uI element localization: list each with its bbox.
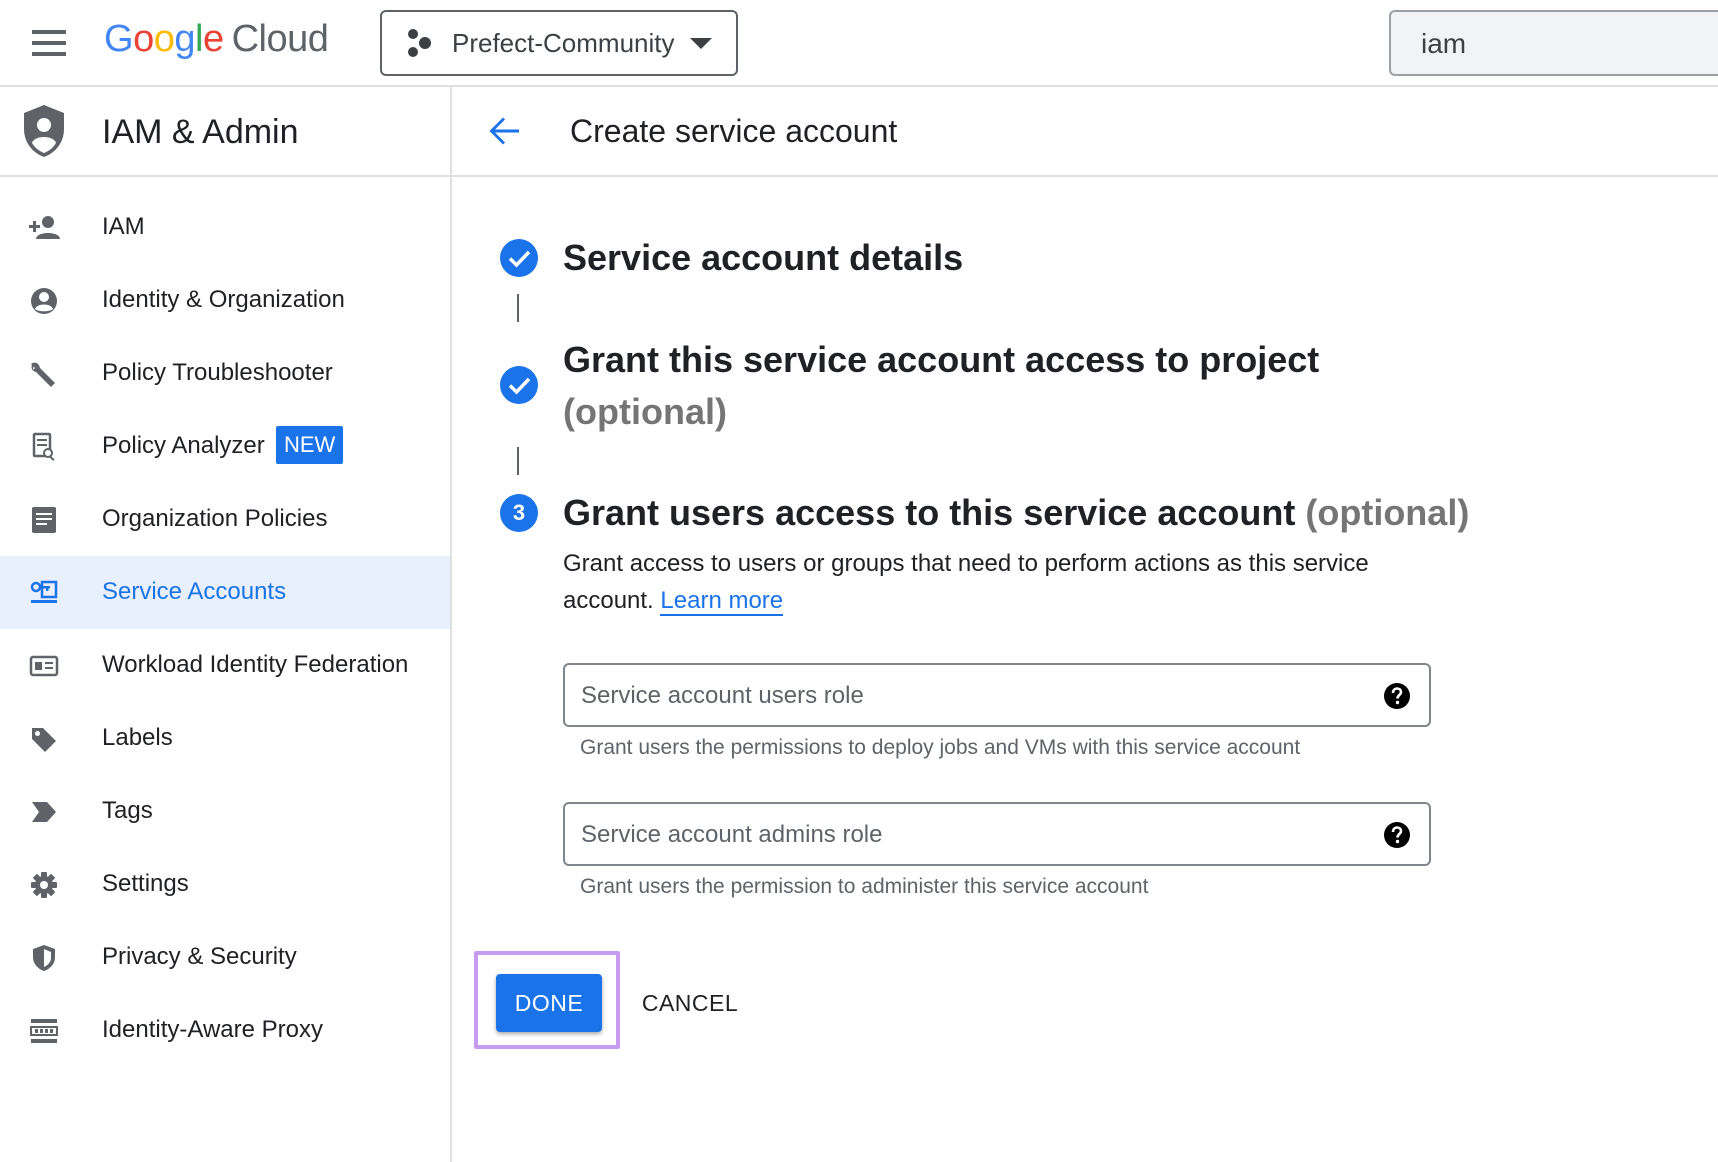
sidebar-item-identity-aware-proxy[interactable]: Identity-Aware Proxy [0,994,450,1067]
sidebar-item-label: Organization Policies [102,505,328,532]
step-3-description: Grant access to users or groups that nee… [563,550,1369,616]
sidebar-item-label: Settings [102,870,189,897]
search-input[interactable] [1419,26,1699,62]
page-title: Create service account [570,113,898,149]
back-arrow-icon[interactable] [486,113,522,149]
top-bar: Google Cloud Prefect-Community [0,0,1718,87]
sidebar-item-label: IAM [102,213,145,240]
account-circle-icon [31,288,57,314]
sidebar-item-label: Workload Identity Federation [102,651,409,678]
proxy-icon [30,1019,58,1043]
field-hint: Grant users the permissions to deploy jo… [580,736,1301,759]
sidebar-item-label: Policy Troubleshooter [102,359,333,386]
service-account-users-role-field[interactable]: Service account users role [563,663,1431,727]
sidebar-item-label: Identity & Organization [102,286,345,313]
sidebar-item-label: Service Accounts [102,578,287,605]
sidebar-item-label: Policy Analyzer [102,432,265,459]
step-2-title[interactable]: Grant this service account access to pro… [563,334,1343,438]
project-name: Prefect-Community [452,28,675,58]
search-box[interactable] [1389,10,1718,76]
sidebar-item-label: Privacy & Security [102,943,297,970]
iam-shield-icon [24,105,64,157]
check-circle-icon [500,366,538,404]
help-icon[interactable] [1383,821,1411,849]
sidebar-item-organization-policies[interactable]: Organization Policies [0,483,450,556]
list-document-icon [32,507,56,533]
field-label: Service account admins role [581,821,883,848]
step-connector [517,294,519,322]
shield-icon [33,945,55,971]
page-header: Create service account [452,87,1718,177]
service-account-admins-role-field[interactable]: Service account admins role [563,802,1431,866]
sidebar: IAM & Admin IAM Identity & Organization … [0,87,452,1162]
sidebar-item-settings[interactable]: Settings [0,848,450,921]
optional-label: (optional) [563,391,727,432]
optional-label: (optional) [1305,492,1470,533]
sidebar-item-label: Labels [102,724,173,751]
step-3-title: Grant users access to this service accou… [563,492,1470,533]
step-1-title[interactable]: Service account details [563,232,963,284]
sidebar-title: IAM & Admin [102,113,299,151]
sidebar-item-workload-identity-federation[interactable]: Workload Identity Federation [0,629,450,702]
label-tag-icon [32,728,56,752]
sidebar-item-label: Tags [102,797,153,824]
sidebar-item-iam[interactable]: IAM [0,191,450,264]
sidebar-item-labels[interactable]: Labels [0,702,450,775]
sidebar-item-service-accounts[interactable]: Service Accounts [0,556,450,629]
check-circle-icon [500,239,538,277]
gear-icon [31,872,57,898]
step-3-number: 3 [500,494,538,532]
person-add-icon [29,216,60,239]
google-cloud-logo[interactable]: Google Cloud [104,18,329,61]
id-card-icon [29,655,59,677]
sidebar-item-identity-organization[interactable]: Identity & Organization [0,264,450,337]
main-menu-icon[interactable] [32,30,66,56]
step-connector [517,447,519,475]
cancel-button[interactable]: CANCEL [630,974,750,1032]
sidebar-item-policy-analyzer[interactable]: Policy Analyzer NEW [0,410,450,483]
document-search-icon [32,432,55,461]
project-picker[interactable]: Prefect-Community [380,10,738,76]
tag-arrow-icon [32,802,56,822]
done-button[interactable]: DONE [496,974,602,1032]
main-content: Create service account Service account d… [452,87,1718,1162]
sidebar-item-tags[interactable]: Tags [0,775,450,848]
chevron-down-icon [690,38,712,49]
logo-product-name: Cloud [231,18,329,60]
field-hint: Grant users the permission to administer… [580,875,1149,898]
new-badge: NEW [276,426,344,464]
sidebar-item-label: Identity-Aware Proxy [102,1016,323,1043]
project-hexagons-icon [408,29,431,57]
wrench-icon [31,362,55,387]
sidebar-item-policy-troubleshooter[interactable]: Policy Troubleshooter [0,337,450,410]
learn-more-link[interactable]: Learn more [660,587,784,616]
help-icon[interactable] [1383,682,1411,710]
field-label: Service account users role [581,682,864,709]
service-account-icon [30,580,58,603]
sidebar-item-privacy-security[interactable]: Privacy & Security [0,921,450,994]
sidebar-header: IAM & Admin [0,87,452,177]
